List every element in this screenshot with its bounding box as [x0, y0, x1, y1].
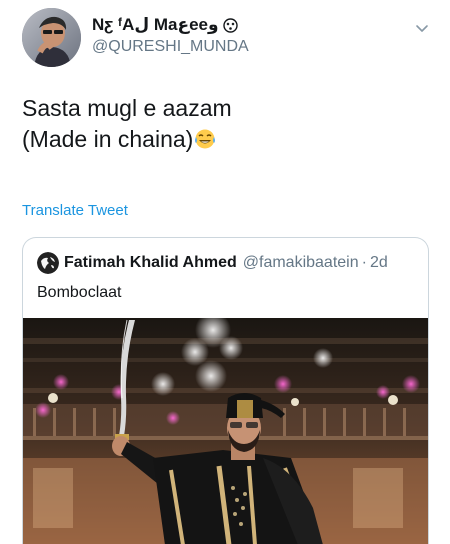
- translate-tweet-link[interactable]: Translate Tweet: [22, 202, 128, 219]
- quoted-author-avatar[interactable]: [37, 252, 59, 274]
- quoted-tweet-header: Fatimah Khalid Ahmed @famakibaatein · 2d: [37, 252, 388, 274]
- dizzy-face-emoji-icon: [222, 17, 238, 33]
- author-name-row[interactable]: Nƹ ᶠAل Maعeeو: [92, 14, 238, 36]
- quoted-tweet-text: Bomboclaat: [37, 284, 122, 301]
- tweet-text-line-2-content: (Made in chaina): [22, 126, 194, 152]
- quoted-timestamp[interactable]: 2d: [370, 254, 388, 272]
- tweet-card: Nƹ ᶠAل Maعeeو @QURESHI_MUNDA Sasta mugl …: [0, 0, 450, 544]
- author-handle[interactable]: @QURESHI_MUNDA: [92, 38, 249, 56]
- chevron-down-icon[interactable]: [414, 20, 430, 36]
- quoted-separator: ·: [361, 254, 367, 271]
- quoted-author-name[interactable]: Fatimah Khalid Ahmed: [64, 254, 237, 272]
- tweet-text: Sasta mugl e aazam (Made in chaina): [22, 93, 432, 155]
- quoted-tweet-photo[interactable]: [23, 318, 428, 544]
- tweet-text-line-1: Sasta mugl e aazam: [22, 95, 232, 121]
- tweet-text-line-2: (Made in chaina): [22, 124, 432, 155]
- author-display-name[interactable]: Nƹ ᶠAل Maعeeو: [92, 15, 219, 35]
- quoted-author-handle[interactable]: @famakibaatein: [243, 254, 359, 272]
- tears-of-joy-emoji-icon: [194, 127, 216, 149]
- quoted-tweet[interactable]: Fatimah Khalid Ahmed @famakibaatein · 2d…: [22, 237, 429, 544]
- author-avatar[interactable]: [22, 8, 81, 67]
